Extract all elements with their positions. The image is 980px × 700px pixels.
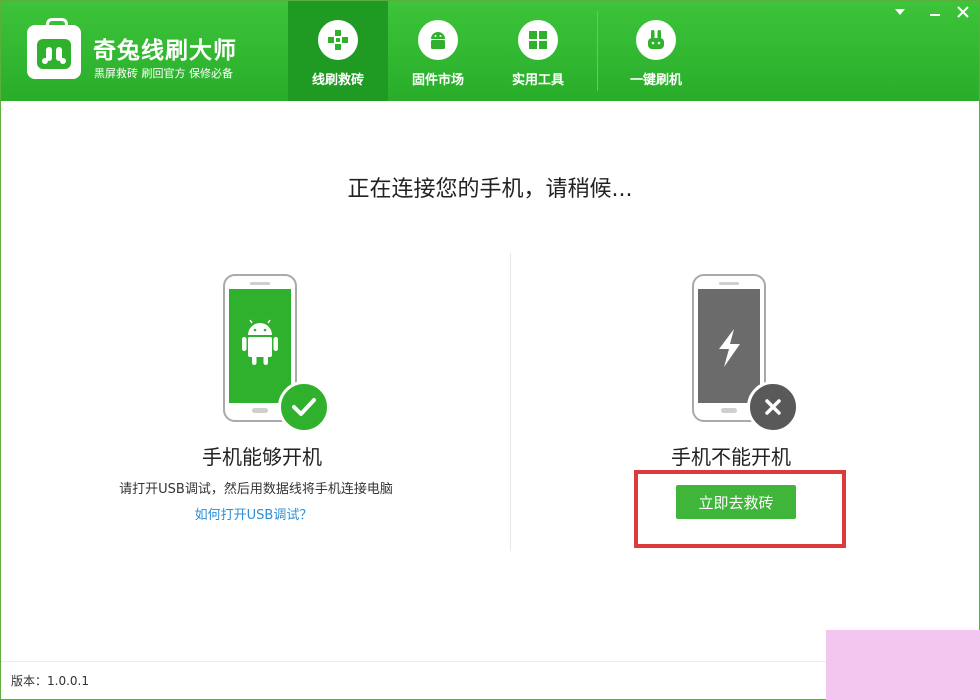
- phone-screen: [229, 289, 291, 403]
- logo-handle: [46, 18, 68, 30]
- rabbit-icon: [636, 20, 676, 60]
- tab-one-click-flash[interactable]: 一键刷机: [606, 1, 706, 101]
- phone-cannot-boot-title: 手机不能开机: [671, 445, 791, 469]
- android-icon: [418, 20, 458, 60]
- tab-flash-rescue[interactable]: 线刷救砖: [288, 1, 388, 101]
- column-divider: [510, 253, 511, 551]
- checkmark-icon: [278, 381, 330, 433]
- version-label: 版本：1.0.0.1: [11, 674, 89, 688]
- logo-eye-left: [42, 58, 48, 64]
- red-highlight-box: [634, 470, 846, 548]
- phone-screen: [698, 289, 760, 403]
- tab-label: 线刷救砖: [311, 73, 364, 88]
- usb-debug-instruction: 请打开USB调试，然后用数据线将手机连接电脑: [119, 482, 393, 497]
- app-slogan: 黑屏救砖 刷回官方 保修必备: [94, 67, 233, 80]
- plus-cross-icon: [318, 20, 358, 60]
- minimize-icon[interactable]: [923, 1, 947, 23]
- header-bar: 奇兔线刷大师 黑屏救砖 刷回官方 保修必备 线刷救砖 固件市场 实用工具 一键刷…: [1, 1, 979, 101]
- app-logo: [27, 18, 81, 79]
- tab-label: 一键刷机: [629, 73, 682, 88]
- chevron-down-icon[interactable]: [888, 1, 912, 23]
- logo-eye-right: [60, 58, 66, 64]
- how-to-enable-usb-debug-link[interactable]: 如何打开USB调试？: [1, 504, 506, 523]
- app-title: 奇兔线刷大师: [93, 38, 237, 64]
- phone-speaker: [719, 282, 739, 285]
- rabbit-logo-icon: [37, 39, 71, 69]
- tab-label: 实用工具: [511, 73, 564, 88]
- close-icon[interactable]: [951, 1, 975, 23]
- connection-status-heading: 正在连接您的手机，请稍候...: [347, 177, 633, 202]
- lightning-icon: [719, 329, 740, 367]
- tab-firmware-market[interactable]: 固件市场: [388, 1, 488, 101]
- nav-separator: [597, 11, 598, 91]
- windows-grid-icon: [518, 20, 558, 60]
- android-icon: [242, 319, 278, 365]
- pink-corner-overlay: [826, 630, 980, 700]
- app-window: 奇兔线刷大师 黑屏救砖 刷回官方 保修必备 线刷救砖 固件市场 实用工具 一键刷…: [0, 0, 980, 700]
- phone-home-button: [721, 408, 737, 413]
- cross-icon: [747, 381, 799, 433]
- tab-utilities[interactable]: 实用工具: [488, 1, 588, 101]
- phone-can-boot-title: 手机能够开机: [202, 445, 322, 469]
- phone-home-button: [252, 408, 268, 413]
- phone-speaker: [250, 282, 270, 285]
- tab-label: 固件市场: [411, 73, 464, 88]
